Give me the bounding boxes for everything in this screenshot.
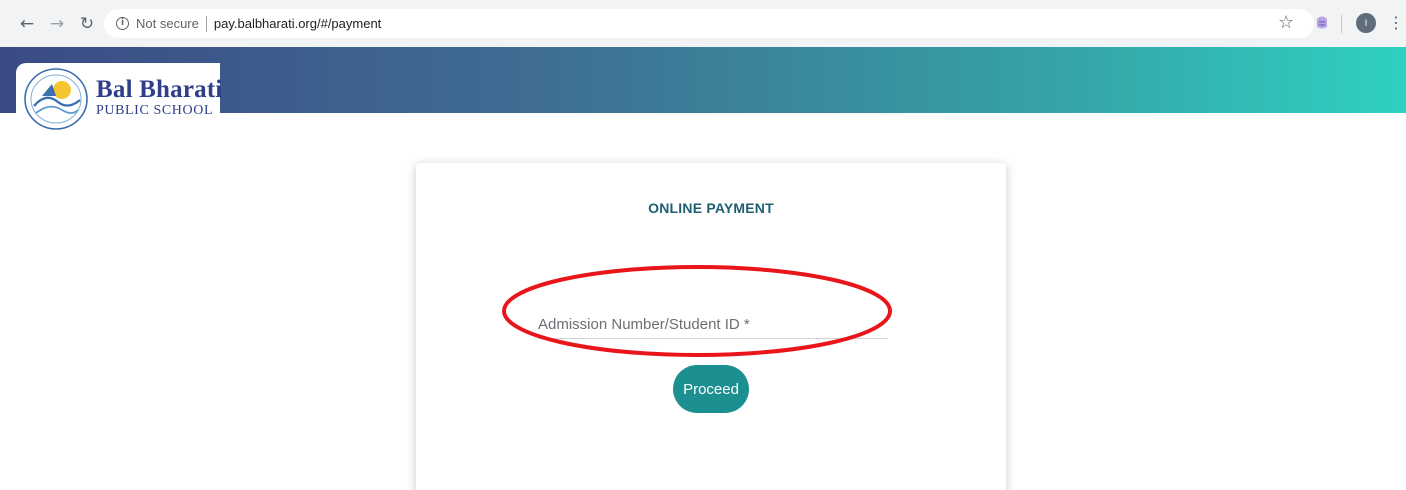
proceed-button[interactable]: Proceed <box>673 365 749 413</box>
kebab-menu-icon[interactable]: ⋮ <box>1388 13 1404 32</box>
url-text[interactable]: pay.balbharati.org/#/payment <box>214 16 381 31</box>
page: ← → ↻ i Not secure pay.balbharati.org/#/… <box>0 0 1406 490</box>
forward-arrow-icon[interactable]: → <box>44 11 70 37</box>
address-bar[interactable]: i Not secure pay.balbharati.org/#/paymen… <box>104 9 1314 38</box>
card-title: ONLINE PAYMENT <box>648 200 774 216</box>
toolbar-divider <box>1341 15 1342 33</box>
star-icon[interactable]: ☆ <box>1278 12 1294 33</box>
extension-icon[interactable] <box>1314 13 1330 31</box>
reload-icon[interactable]: ↻ <box>74 11 100 37</box>
security-label: Not secure <box>136 16 199 31</box>
school-subtitle: PUBLIC SCHOOL <box>96 103 214 118</box>
annotation-ellipse <box>502 265 892 357</box>
school-emblem-icon[interactable] <box>22 66 90 132</box>
address-divider <box>205 15 207 32</box>
info-icon[interactable]: i <box>116 17 129 30</box>
back-arrow-icon[interactable]: ← <box>14 11 40 37</box>
school-name: Bal Bharati <box>96 76 223 103</box>
profile-avatar[interactable]: I <box>1356 13 1376 33</box>
